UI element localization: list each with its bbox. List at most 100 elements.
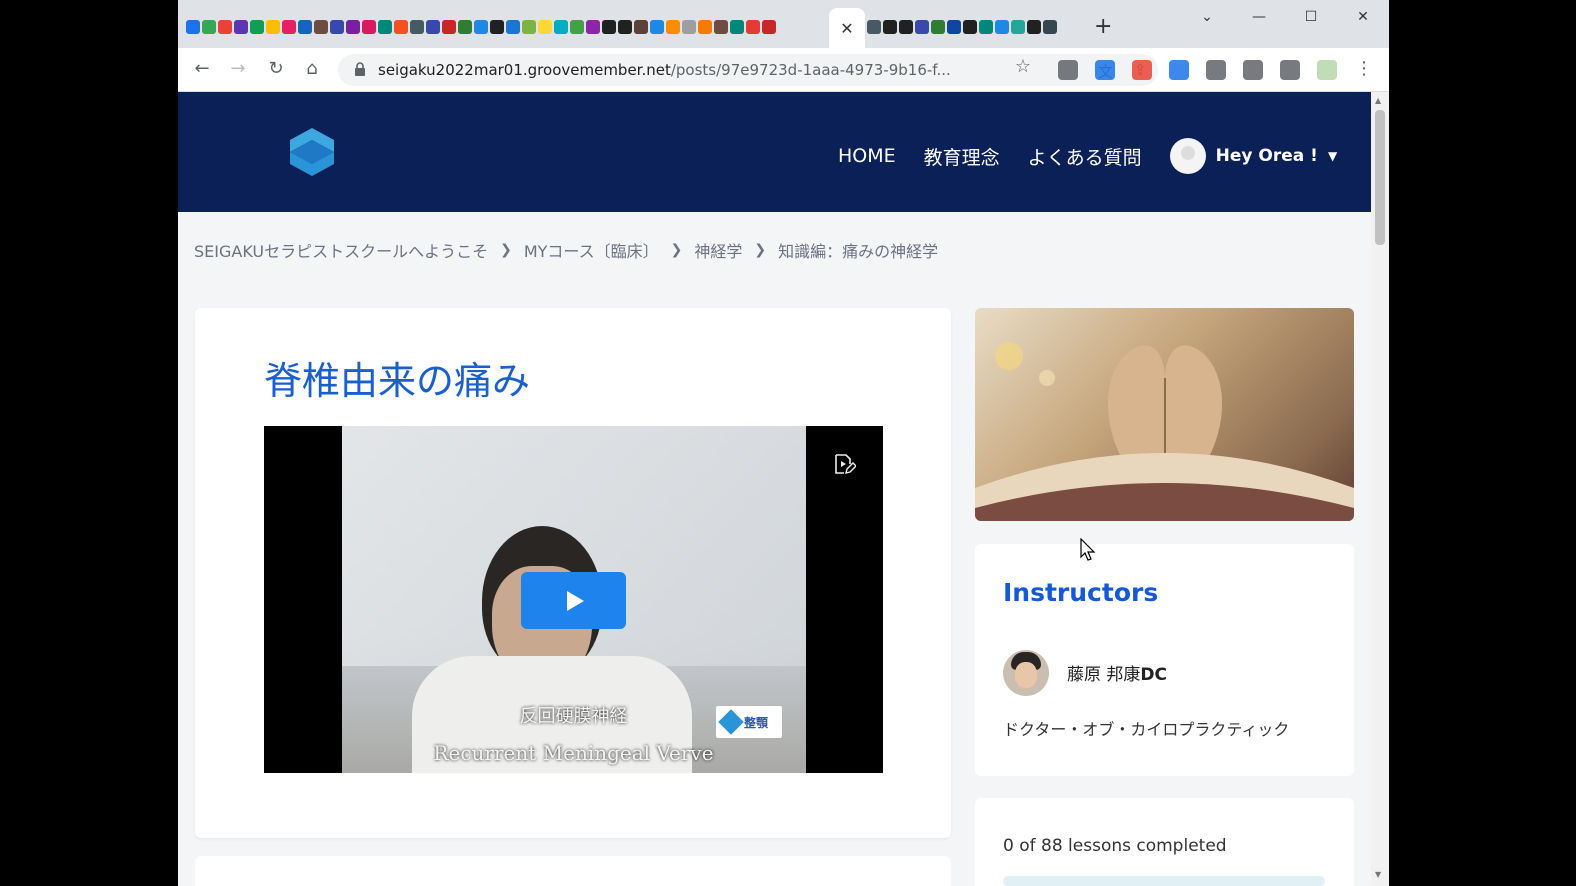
maximize-button[interactable]: ☐ — [1285, 0, 1337, 34]
tab-favicon-icon[interactable] — [634, 20, 648, 34]
tab-favicon-icon[interactable] — [682, 20, 696, 34]
chevron-right-icon: ❯ — [754, 242, 767, 258]
tab-favicon-icon[interactable] — [250, 20, 264, 34]
scroll-down-icon[interactable]: ▼ — [1375, 870, 1381, 879]
close-window-button[interactable]: ✕ — [1337, 0, 1389, 34]
tab-favicon-icon[interactable] — [1027, 20, 1041, 34]
next-card — [195, 856, 951, 886]
seo-extension-icon[interactable] — [1132, 60, 1152, 80]
breadcrumb-item[interactable]: MYコース〔臨床〕 — [524, 238, 659, 262]
url-text[interactable]: seigaku2022mar01.groovemember.net/posts/… — [378, 61, 951, 79]
page-scrollbar[interactable]: ▲ ▼ — [1371, 92, 1389, 886]
breadcrumb-item[interactable]: 知識編：痛みの神経学 — [778, 238, 938, 262]
tab-favicon-icon[interactable] — [915, 20, 929, 34]
nav-home[interactable]: HOME — [838, 145, 896, 167]
tab-favicon-icon[interactable] — [602, 20, 616, 34]
tab-favicon-icon[interactable] — [730, 20, 744, 34]
chevron-down-icon[interactable]: ▼ — [1328, 149, 1337, 163]
play-button[interactable] — [521, 572, 626, 629]
nav-faq[interactable]: よくある質問 — [1028, 143, 1142, 170]
tab-favicon-icon[interactable] — [378, 20, 392, 34]
tab-favicon-icon[interactable] — [346, 20, 360, 34]
instructor-name[interactable]: 藤原 邦康DC — [1067, 660, 1167, 685]
tab-favicon-icon[interactable] — [394, 20, 408, 34]
tab-favicon-icon[interactable] — [234, 20, 248, 34]
scroll-up-icon[interactable]: ▲ — [1375, 96, 1381, 105]
profile-icon[interactable] — [1317, 60, 1337, 80]
tab-favicon-icon[interactable] — [554, 20, 568, 34]
forward-icon[interactable]: → — [226, 58, 250, 79]
site-logo[interactable] — [290, 128, 334, 176]
user-greeting[interactable]: Hey Orea ! — [1216, 146, 1318, 166]
address-bar[interactable]: seigaku2022mar01.groovemember.net/posts/… — [338, 54, 1158, 86]
tab-favicon-icon[interactable] — [410, 20, 424, 34]
play-icon — [567, 590, 584, 611]
tab-favicon-icon[interactable] — [490, 20, 504, 34]
tab-favicon-icon[interactable] — [298, 20, 312, 34]
breadcrumb-item[interactable]: 神経学 — [694, 238, 742, 262]
minimize-button[interactable]: — — [1233, 0, 1285, 34]
tab-favicon-icon[interactable] — [202, 20, 216, 34]
close-tab-icon[interactable]: ✕ — [840, 19, 853, 38]
reading-list-icon[interactable] — [1243, 60, 1263, 80]
tab-favicon-icon[interactable] — [506, 20, 520, 34]
tab-favicon-icon[interactable] — [218, 20, 232, 34]
tab-favicon-icon[interactable] — [963, 20, 977, 34]
window-controls: ⌄ — ☐ ✕ — [1181, 0, 1389, 34]
lock-icon[interactable] — [354, 62, 366, 76]
edit-icon[interactable] — [832, 452, 856, 476]
instructors-card: Instructors 藤原 邦康DC ドクター・オブ・カイロプラクティック — [975, 544, 1354, 776]
tab-favicon-icon[interactable] — [314, 20, 328, 34]
pen-extension-icon[interactable] — [1095, 60, 1115, 80]
tab-search-icon[interactable]: ⌄ — [1181, 0, 1233, 34]
tab-favicon-icon[interactable] — [474, 20, 488, 34]
tab-favicon-icon[interactable] — [586, 20, 600, 34]
user-menu[interactable]: Hey Orea ! ▼ — [1169, 138, 1337, 174]
tab-favicon-icon[interactable] — [1043, 20, 1057, 34]
new-tab-button[interactable]: + — [1094, 14, 1112, 39]
mouse-cursor-icon — [1080, 538, 1096, 561]
tab-favicon-icon[interactable] — [947, 20, 961, 34]
back-icon[interactable]: ← — [190, 58, 214, 79]
reload-icon[interactable]: ↻ — [264, 58, 288, 79]
tab-favicon-icon[interactable] — [570, 20, 584, 34]
tab-favicon-icon[interactable] — [362, 20, 376, 34]
instructor-avatar[interactable] — [1003, 650, 1049, 696]
tab-favicon-icon[interactable] — [666, 20, 680, 34]
tab-favicon-icon[interactable] — [746, 20, 760, 34]
tab-favicon-icon[interactable] — [995, 20, 1009, 34]
tab-favicon-icon[interactable] — [1011, 20, 1025, 34]
tab-favicon-icon[interactable] — [698, 20, 712, 34]
tab-favicon-icon[interactable] — [442, 20, 456, 34]
tab-capture-extension-icon[interactable] — [1058, 60, 1078, 80]
user-avatar[interactable] — [1169, 138, 1206, 174]
tab-favicon-icon[interactable] — [650, 20, 664, 34]
tab-favicon-icon[interactable] — [762, 20, 776, 34]
tab-favicon-icon[interactable] — [538, 20, 552, 34]
tab-favicon-icon[interactable] — [282, 20, 296, 34]
tab-favicon-icon[interactable] — [330, 20, 344, 34]
tab-favicon-icon[interactable] — [883, 20, 897, 34]
tab-favicon-icon[interactable] — [458, 20, 472, 34]
tab-favicon-icon[interactable] — [979, 20, 993, 34]
tab-favicon-icon[interactable] — [266, 20, 280, 34]
tab-favicon-icon[interactable] — [931, 20, 945, 34]
tab-favicon-icon[interactable] — [714, 20, 728, 34]
side-panel-icon[interactable] — [1280, 60, 1300, 80]
home-icon[interactable]: ⌂ — [300, 58, 324, 79]
breadcrumb-item[interactable]: SEIGAKUセラピストスクールへようこそ — [194, 238, 488, 262]
tab-favicon-icon[interactable] — [867, 20, 881, 34]
menu-kebab-icon[interactable]: ⋮ — [1352, 58, 1376, 79]
counter-extension-icon[interactable] — [1169, 60, 1189, 80]
tab-favicon-icon[interactable] — [426, 20, 440, 34]
tab-favicon-icon[interactable] — [522, 20, 536, 34]
active-tab[interactable]: ✕ — [829, 8, 865, 48]
scroll-thumb[interactable] — [1375, 110, 1385, 245]
tab-favicon-icon[interactable] — [618, 20, 632, 34]
puzzle-extensions-icon[interactable] — [1206, 60, 1226, 80]
video-player[interactable]: 整顎 反回硬膜神経 Recurrent Meningeal Verve — [264, 426, 883, 773]
bookmark-star-icon[interactable]: ☆ — [1011, 56, 1035, 77]
tab-favicon-icon[interactable] — [899, 20, 913, 34]
nav-philosophy[interactable]: 教育理念 — [924, 143, 1000, 170]
tab-favicon-icon[interactable] — [186, 20, 200, 34]
